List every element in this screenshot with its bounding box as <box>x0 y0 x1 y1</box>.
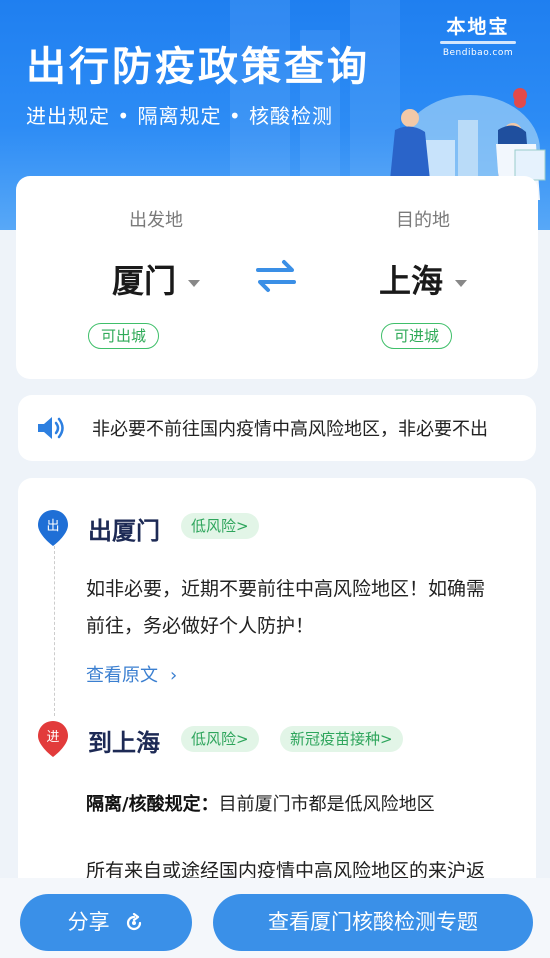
arrival-pin-label: 进 <box>46 730 59 745</box>
destination-city: 上海 <box>378 262 443 300</box>
origin-label: 出发地 <box>129 210 183 231</box>
view-original-link[interactable]: 查看原文 › <box>86 661 177 687</box>
page-title: 出行防疫政策查询 <box>26 44 370 90</box>
vaccine-badge[interactable]: 新冠疫苗接种> <box>280 726 403 752</box>
speaker-icon <box>38 417 64 439</box>
nucleic-test-topic-button[interactable]: 查看厦门核酸检测专题 <box>213 894 533 951</box>
departure-advice-line1: 如非必要，近期不要前往中高风险地区！如确需 <box>86 578 486 600</box>
departure-title: 出厦门 <box>88 517 160 545</box>
notice-text: 非必要不前往国内疫情中高风险地区，非必要不出 <box>92 419 488 440</box>
share-button[interactable]: 分享 <box>20 894 192 951</box>
origin-city-selector[interactable]: 厦门 <box>76 256 236 302</box>
chevron-right-icon: › <box>170 665 178 686</box>
destination-status-badge: 可进城 <box>381 323 453 349</box>
destination-label: 目的地 <box>396 210 450 231</box>
page-subtitle: 进出规定 • 隔离规定 • 核酸检测 <box>26 104 334 128</box>
rule-text: 目前厦门市都是低风险地区 <box>218 794 435 815</box>
arrival-pin-icon: 进 <box>38 721 68 757</box>
departure-risk-badge[interactable]: 低风险> <box>181 513 259 539</box>
share-icon <box>127 913 142 931</box>
bottom-action-bar: 分享 查看厦门核酸检测专题 <box>0 878 550 958</box>
arrival-risk-badge[interactable]: 低风险> <box>181 726 259 752</box>
caret-down-icon <box>455 279 467 287</box>
swap-icon[interactable] <box>254 258 298 294</box>
origin-status-badge: 可出城 <box>88 323 160 349</box>
rule-label: 隔离/核酸规定： <box>86 794 219 815</box>
departure-advice-line2: 前往，务必做好个人防护！ <box>86 615 315 637</box>
bendibao-logo: 本地宝 Bendibao.com <box>432 12 524 58</box>
departure-pin-icon: 出 <box>38 510 68 546</box>
destination-city-selector[interactable]: 上海 <box>343 256 503 302</box>
route-card: 出发地 厦门 可出城 目的地 上海 可进城 <box>16 176 538 379</box>
quarantine-rule: 隔离/核酸规定：目前厦门市都是低风险地区 <box>86 790 435 816</box>
caret-down-icon <box>188 279 200 287</box>
timeline-connector <box>54 546 55 716</box>
departure-pin-label: 出 <box>46 519 59 534</box>
arrival-title: 到上海 <box>88 729 160 757</box>
view-original-label: 查看原文 <box>86 665 158 686</box>
share-label: 分享 <box>67 910 110 934</box>
logo-domain: Bendibao.com <box>442 48 514 58</box>
notice-banner[interactable]: 非必要不前往国内疫情中高风险地区，非必要不出 <box>18 395 536 461</box>
origin-city: 厦门 <box>111 262 176 300</box>
policy-detail-card: 出 出厦门 低风险> 如非必要，近期不要前往中高风险地区！如确需 前往，务必做好… <box>18 478 536 898</box>
logo-text: 本地宝 <box>446 16 510 38</box>
